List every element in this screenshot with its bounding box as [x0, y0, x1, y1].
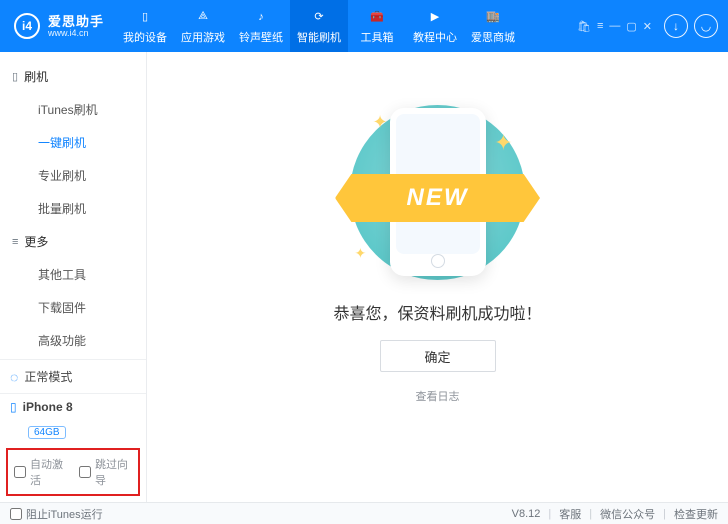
device-icon: ▯ — [10, 400, 17, 414]
new-ribbon: NEW — [335, 174, 540, 222]
status-mode-label: 正常模式 — [24, 368, 72, 385]
menu-icon[interactable]: ≡ — [597, 20, 603, 33]
nav-icon-0: ▯ — [136, 8, 154, 26]
brand-url: www.i4.cn — [48, 28, 104, 38]
nav-label: 工具箱 — [361, 29, 394, 45]
nav-label: 铃声壁纸 — [239, 29, 283, 45]
nav-item-1[interactable]: ⟁ 应用游戏 — [174, 0, 232, 52]
nav-item-0[interactable]: ▯ 我的设备 — [116, 0, 174, 52]
success-illustration: ✦ ✦ ✦ NEW — [343, 102, 533, 282]
nav-label: 教程中心 — [413, 29, 457, 45]
device-row[interactable]: ▯ iPhone 8 — [0, 393, 146, 422]
menu-lines-icon: ≡ — [12, 236, 18, 248]
nav-icon-5: ▶ — [426, 8, 444, 26]
nav-icon-2: ♪ — [252, 8, 270, 26]
nav-item-4[interactable]: 🧰 工具箱 — [348, 0, 406, 52]
nav-label: 智能刷机 — [297, 29, 341, 45]
block-itunes-checkbox[interactable]: 阻止iTunes运行 — [10, 506, 103, 522]
phone-icon: ▯ — [12, 70, 18, 83]
sidebar-item[interactable]: 高级功能 — [0, 324, 146, 357]
status-mode-row[interactable]: ◌ 正常模式 — [0, 359, 146, 393]
sidebar-item[interactable]: 一键刷机 — [0, 126, 146, 159]
version-label: V8.12 — [512, 508, 541, 520]
sidebar-item[interactable]: 其他工具 — [0, 258, 146, 291]
nav-item-5[interactable]: ▶ 教程中心 — [406, 0, 464, 52]
nav-item-3[interactable]: ⟳ 智能刷机 — [290, 0, 348, 52]
minimize-icon[interactable]: — — [609, 20, 620, 33]
nav-label: 爱思商城 — [471, 29, 515, 45]
sidebar-group-more[interactable]: ≡ 更多 — [0, 225, 146, 258]
close-icon[interactable]: ✕ — [643, 20, 652, 33]
nav-icon-4: 🧰 — [368, 8, 386, 26]
support-link[interactable]: 客服 — [559, 506, 581, 522]
logo-icon: i4 — [14, 13, 40, 39]
sidebar-item[interactable]: 专业刷机 — [0, 159, 146, 192]
auto-activate-checkbox[interactable]: 自动激活 — [14, 456, 67, 488]
storage-badge: 64GB — [28, 426, 66, 439]
check-update-link[interactable]: 检查更新 — [674, 506, 718, 522]
shopcart-icon[interactable]: 🛍 — [577, 20, 591, 33]
success-title: 恭喜您，保资料刷机成功啦！ — [333, 300, 541, 324]
brand-name: 爱思助手 — [48, 15, 104, 28]
bottom-options-box: 自动激活 跳过向导 — [6, 448, 140, 496]
nav-icon-3: ⟳ — [310, 8, 328, 26]
view-log-link[interactable]: 查看日志 — [416, 388, 460, 404]
sidebar-item[interactable]: 下载固件 — [0, 291, 146, 324]
user-circle-icon[interactable]: ◡ — [694, 14, 718, 38]
sidebar-item[interactable]: iTunes刷机 — [0, 93, 146, 126]
brand-block: i4 爱思助手 www.i4.cn — [0, 13, 116, 39]
nav-icon-6: 🏬 — [484, 8, 502, 26]
download-circle-icon[interactable]: ↓ — [664, 14, 688, 38]
nav-label: 应用游戏 — [181, 29, 225, 45]
nav-label: 我的设备 — [123, 29, 167, 45]
maximize-icon[interactable]: ▢ — [626, 20, 636, 33]
sidebar-group-flash[interactable]: ▯ 刷机 — [0, 60, 146, 93]
nav-icon-1: ⟁ — [194, 8, 212, 26]
status-dot-icon: ◌ — [10, 369, 18, 385]
skip-guide-checkbox[interactable]: 跳过向导 — [79, 456, 132, 488]
wechat-link[interactable]: 微信公众号 — [600, 506, 655, 522]
ok-button[interactable]: 确定 — [380, 340, 496, 372]
sidebar-group-label: 更多 — [24, 233, 48, 250]
device-name: iPhone 8 — [23, 400, 73, 414]
nav-item-6[interactable]: 🏬 爱思商城 — [464, 0, 522, 52]
nav-item-2[interactable]: ♪ 铃声壁纸 — [232, 0, 290, 52]
sidebar-item[interactable]: 批量刷机 — [0, 192, 146, 225]
sidebar-group-label: 刷机 — [24, 68, 48, 85]
